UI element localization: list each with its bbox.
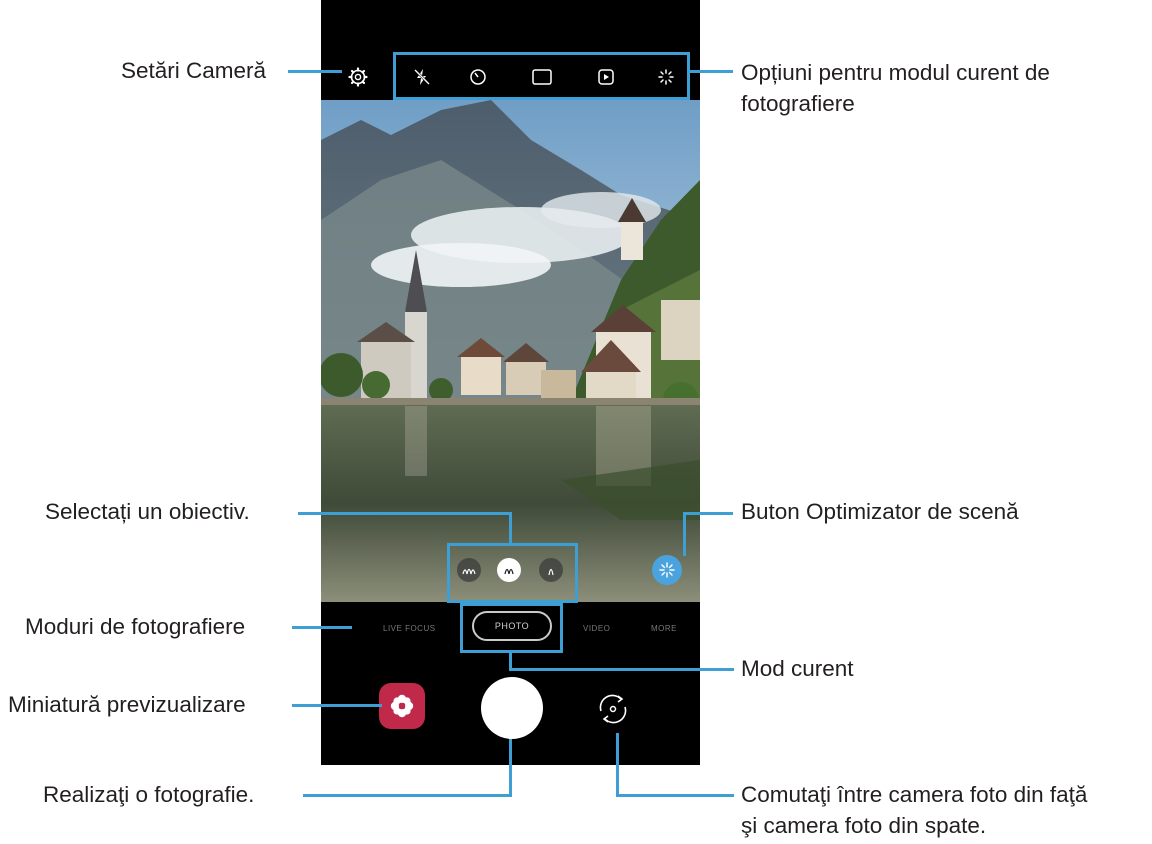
connector-shutter-vertical bbox=[509, 739, 512, 796]
connector-switch bbox=[616, 794, 734, 797]
scene-optimizer-button[interactable] bbox=[652, 555, 682, 585]
connector-options bbox=[689, 70, 733, 73]
connector-lens-vertical bbox=[509, 512, 512, 545]
connector-settings bbox=[288, 70, 342, 73]
label-switch-line2: şi camera foto din spate. bbox=[741, 813, 987, 838]
mode-live-focus[interactable]: LIVE FOCUS bbox=[383, 624, 436, 633]
connector-modes bbox=[292, 626, 352, 629]
connector-lens bbox=[298, 512, 511, 515]
label-preview-thumbnail: Miniatură previzualizare bbox=[8, 692, 246, 717]
switch-camera-icon bbox=[599, 694, 627, 724]
label-switch-camera: Comutaţi între camera foto din faţă şi c… bbox=[741, 779, 1146, 841]
connector-shutter bbox=[303, 794, 512, 797]
mode-more[interactable]: MORE bbox=[651, 624, 677, 633]
mode-video[interactable]: VIDEO bbox=[583, 624, 610, 633]
label-current-mode: Mod curent bbox=[741, 656, 854, 681]
label-settings: Setări Cameră bbox=[121, 58, 267, 83]
shutter-button[interactable] bbox=[481, 677, 543, 739]
gallery-flower-icon bbox=[390, 694, 414, 718]
mode-highlight-box bbox=[460, 603, 563, 653]
preview-thumbnail[interactable] bbox=[379, 683, 425, 729]
label-scene-optimizer: Buton Optimizator de scenă bbox=[741, 499, 1019, 524]
lens-highlight-box bbox=[447, 543, 578, 603]
label-switch-line1: Comutaţi între camera foto din faţă bbox=[741, 782, 1088, 807]
settings-gear-icon[interactable] bbox=[347, 66, 369, 88]
connector-scene-optimizer-vertical bbox=[683, 512, 686, 556]
connector-switch-vertical bbox=[616, 733, 619, 796]
connector-thumbnail bbox=[292, 704, 382, 707]
scene-optimizer-icon bbox=[659, 562, 675, 578]
switch-camera-button[interactable] bbox=[589, 685, 637, 733]
label-take-picture: Realizaţi o fotografie. bbox=[43, 782, 255, 807]
label-options-line2: fotografiere bbox=[741, 91, 855, 116]
connector-scene-optimizer bbox=[683, 512, 733, 515]
label-options: Opțiuni pentru modul curent de fotografi… bbox=[741, 57, 1146, 119]
label-options-line1: Opțiuni pentru modul curent de bbox=[741, 60, 1050, 85]
options-highlight-box bbox=[393, 52, 690, 100]
label-select-lens: Selectați un obiectiv. bbox=[45, 499, 250, 524]
label-shooting-modes: Moduri de fotografiere bbox=[25, 614, 246, 639]
connector-current-mode bbox=[509, 668, 734, 671]
